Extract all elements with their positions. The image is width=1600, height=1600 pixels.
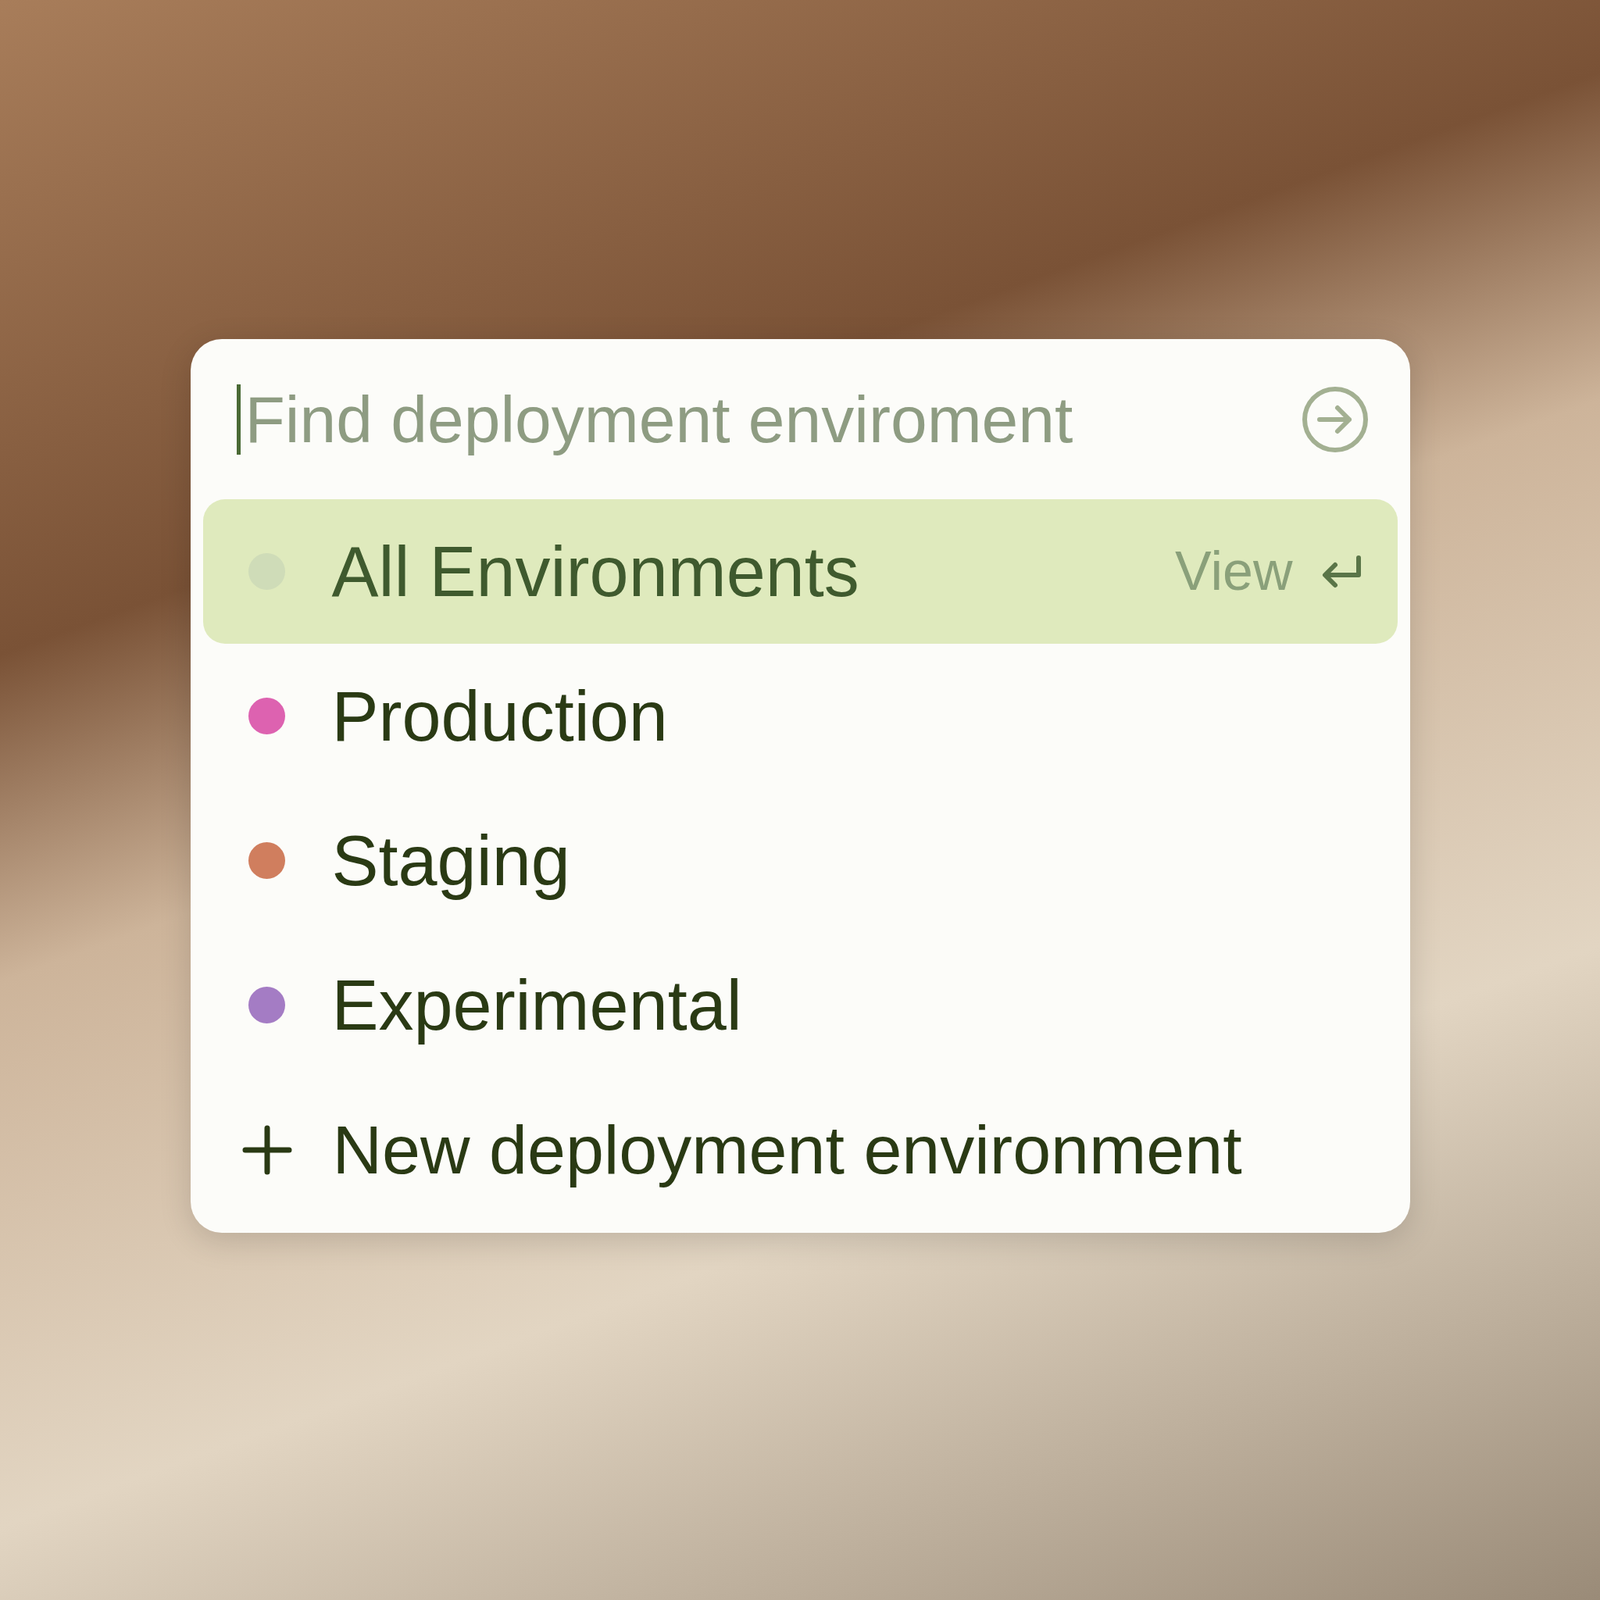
go-arrow-icon[interactable] <box>1300 385 1370 454</box>
plus-icon <box>242 1125 293 1175</box>
environment-label: Production <box>332 674 1364 759</box>
status-dot <box>248 842 286 879</box>
environment-item[interactable]: Staging <box>203 788 1398 933</box>
enter-key-icon <box>1319 554 1364 590</box>
search-row <box>203 339 1398 500</box>
text-caret <box>236 384 241 455</box>
environment-item[interactable]: All Environments View <box>203 499 1398 644</box>
environment-list: All Environments View Production Staging Exp… <box>203 499 1398 1222</box>
environment-label: All Environments <box>332 529 1129 615</box>
environment-item[interactable]: Experimental <box>203 932 1398 1078</box>
view-label: View <box>1175 530 1293 613</box>
environment-item[interactable]: Production <box>203 643 1398 789</box>
new-environment-label: New deployment environment <box>332 1108 1364 1192</box>
status-dot <box>248 697 286 735</box>
environment-label: Staging <box>332 818 1364 904</box>
new-environment-button[interactable]: New deployment environment <box>203 1077 1398 1222</box>
search-input[interactable] <box>245 370 1297 469</box>
background: All Environments View Production Staging Exp… <box>0 0 1600 1600</box>
status-dot <box>248 986 286 1024</box>
status-dot <box>248 553 286 590</box>
view-hint: View <box>1175 530 1363 613</box>
environment-picker: All Environments View Production Staging Exp… <box>190 339 1411 1233</box>
environment-label: Experimental <box>332 963 1364 1048</box>
